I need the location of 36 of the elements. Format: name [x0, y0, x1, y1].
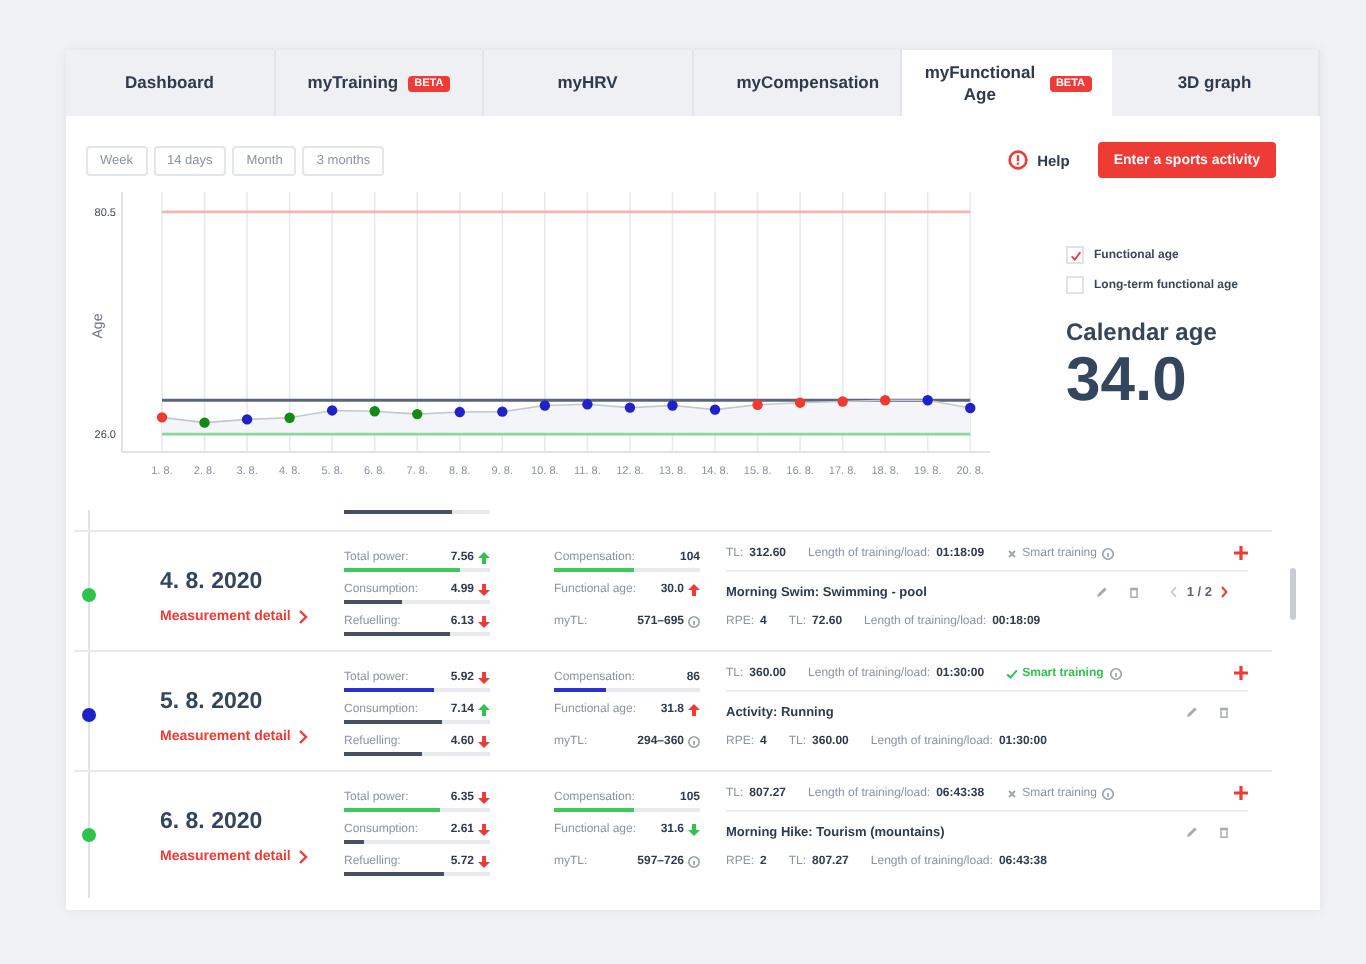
date-text: 4. 8. 2020 — [160, 570, 265, 594]
chevron-right-icon — [298, 850, 309, 864]
plus-icon[interactable] — [1234, 786, 1248, 800]
info-icon[interactable] — [1102, 787, 1115, 799]
cross-icon — [1006, 547, 1019, 559]
chevron-right-icon[interactable] — [1218, 586, 1230, 598]
chevron-right-icon — [298, 610, 309, 624]
info-icon[interactable] — [1102, 547, 1115, 559]
help-icon — [1007, 150, 1028, 170]
trash-icon[interactable] — [1218, 706, 1230, 718]
plus-icon[interactable] — [1234, 666, 1248, 680]
tab[interactable]: 3D graph — [1111, 50, 1320, 116]
pencil-icon[interactable] — [1186, 826, 1198, 838]
tab[interactable]: Dashboard — [66, 50, 275, 116]
chevron-right-icon — [298, 730, 309, 744]
calendar-age-label: Calendar age — [1066, 318, 1219, 346]
pencil-icon[interactable] — [1096, 586, 1109, 598]
plus-icon[interactable] — [1234, 546, 1248, 560]
info-icon[interactable] — [688, 855, 700, 867]
date-text: 6. 8. 2020 — [160, 810, 265, 834]
date-text: 5. 8. 2020 — [160, 690, 265, 714]
info-icon[interactable] — [688, 735, 700, 747]
checkbox[interactable] — [1066, 276, 1084, 294]
trash-icon[interactable] — [1218, 826, 1230, 838]
check-icon — [1006, 667, 1019, 679]
info-icon[interactable] — [688, 615, 700, 627]
tab[interactable]: myHRV — [484, 50, 693, 116]
cross-icon — [1006, 787, 1019, 799]
chevron-left-icon[interactable] — [1168, 586, 1181, 598]
info-icon[interactable] — [1109, 667, 1122, 679]
pencil-icon[interactable] — [1186, 706, 1198, 718]
scrollbar[interactable] — [1290, 568, 1296, 620]
tab[interactable]: myCompensation — [693, 50, 902, 116]
calendar-age-value: 34.0 — [1066, 348, 1187, 410]
trash-icon[interactable] — [1128, 586, 1141, 598]
checkbox[interactable] — [1066, 246, 1084, 264]
